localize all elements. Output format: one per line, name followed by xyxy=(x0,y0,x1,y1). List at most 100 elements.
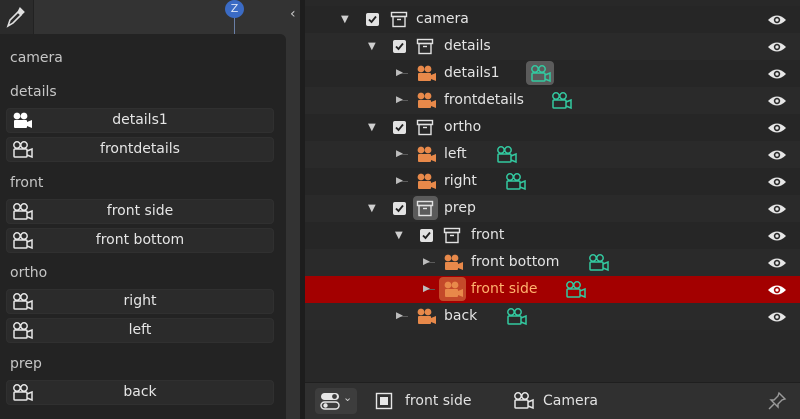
row-label: details1 xyxy=(444,65,500,81)
row-label: front xyxy=(471,227,505,243)
chevron-down-icon: ⌄ xyxy=(343,391,353,404)
menu-item-details1[interactable]: details1 xyxy=(6,108,274,133)
menu-item-frontdetails[interactable]: frontdetails xyxy=(6,137,274,162)
camera-object-icon xyxy=(13,112,32,128)
menu-item-label: back xyxy=(123,384,157,400)
expand-arrow-icon[interactable]: ▶ xyxy=(396,168,403,195)
visibility-eye-icon[interactable] xyxy=(767,13,787,27)
exclude-checkbox[interactable] xyxy=(393,202,406,215)
row-label: prep xyxy=(444,200,476,216)
row-label: back xyxy=(444,308,478,324)
pin-icon[interactable] xyxy=(767,391,787,411)
collapse-sidebar-icon[interactable]: ‹ xyxy=(290,6,296,22)
camera-data-icon[interactable] xyxy=(564,280,586,299)
menu-item-label: left xyxy=(128,322,152,338)
visibility-eye-icon[interactable] xyxy=(767,256,787,270)
outliner-row-details[interactable]: ▼ details xyxy=(305,33,800,60)
outliner-row-details1[interactable]: ▶ details1 xyxy=(305,60,800,87)
expand-arrow-icon[interactable]: ▼ xyxy=(368,195,376,222)
row-label: ortho xyxy=(444,119,482,135)
expand-arrow-icon[interactable]: ▶ xyxy=(423,249,430,276)
row-label: camera xyxy=(416,11,469,27)
visibility-eye-icon[interactable] xyxy=(767,229,787,243)
outliner-row-left[interactable]: ▶ left xyxy=(305,141,800,168)
camera-data-icon[interactable] xyxy=(495,145,517,164)
outliner-row-front-side[interactable]: ▶ front side xyxy=(305,276,800,303)
row-label: front bottom xyxy=(471,254,560,270)
checkmark-icon xyxy=(368,15,377,24)
checkmark-icon xyxy=(395,204,404,213)
camera-data-icon xyxy=(531,65,551,83)
exclude-checkbox[interactable] xyxy=(393,121,406,134)
filter-toggle-icon xyxy=(320,393,340,410)
menu-item-left[interactable]: left xyxy=(6,318,274,343)
menu-group-heading: front xyxy=(10,175,44,191)
outliner-row-back[interactable]: ▶ back xyxy=(305,303,800,330)
expand-arrow-icon[interactable]: ▼ xyxy=(368,33,376,60)
active-object-name: front side xyxy=(405,393,472,409)
camera-data-icon[interactable] xyxy=(587,253,609,272)
visibility-eye-icon[interactable] xyxy=(767,67,787,81)
menu-item-front-side[interactable]: front side xyxy=(6,199,274,224)
expand-arrow-icon[interactable]: ▼ xyxy=(341,6,349,33)
eyedropper-button[interactable] xyxy=(0,0,34,34)
collection-icon xyxy=(416,119,434,136)
collection-icon xyxy=(443,227,461,244)
visibility-eye-icon[interactable] xyxy=(767,202,787,216)
visibility-eye-icon[interactable] xyxy=(767,40,787,54)
menu-item-label: front side xyxy=(106,203,174,219)
camera-data-icon xyxy=(13,384,33,402)
camera-data-icon xyxy=(13,141,33,159)
expand-arrow-icon[interactable]: ▶ xyxy=(396,141,403,168)
outliner-row-camera[interactable]: ▼ camera xyxy=(305,6,800,33)
camera-data-icon[interactable] xyxy=(505,307,527,326)
expand-arrow-icon[interactable]: ▶ xyxy=(423,276,430,303)
menu-group-heading: details xyxy=(10,84,57,100)
collection-icon xyxy=(416,38,434,55)
camera-data-button[interactable] xyxy=(526,61,554,85)
menu-item-label: frontdetails xyxy=(100,141,180,157)
outliner-row-clipped xyxy=(305,0,800,5)
outliner-row-front[interactable]: ▼ front xyxy=(305,222,800,249)
checkmark-icon xyxy=(395,123,404,132)
menu-item-front-bottom[interactable]: front bottom xyxy=(6,228,274,253)
visibility-eye-icon[interactable] xyxy=(767,148,787,162)
visibility-eye-icon[interactable] xyxy=(767,283,787,297)
visibility-eye-icon[interactable] xyxy=(767,175,787,189)
checkmark-icon xyxy=(422,231,431,240)
3d-viewport[interactable]: Z ‹ camera details details1 frontdetails xyxy=(0,0,300,419)
camera-object-icon xyxy=(444,254,463,270)
camera-object-icon xyxy=(444,281,463,297)
menu-item-label: details1 xyxy=(112,112,168,128)
outliner-row-frontdetails[interactable]: ▶ frontdetails xyxy=(305,87,800,114)
expand-arrow-icon[interactable]: ▶ xyxy=(396,303,403,330)
filter-dropdown-button[interactable]: ⌄ xyxy=(315,388,357,414)
camera-object-icon xyxy=(417,308,436,324)
outliner-panel: ▼ camera ▼ details ▶ details1 ▶ frontdet… xyxy=(305,0,800,382)
outliner-row-ortho[interactable]: ▼ ortho xyxy=(305,114,800,141)
exclude-checkbox[interactable] xyxy=(420,229,433,242)
expand-arrow-icon[interactable]: ▼ xyxy=(368,114,376,141)
camera-data-icon xyxy=(13,293,33,311)
outliner-row-right[interactable]: ▶ right xyxy=(305,168,800,195)
object-icon xyxy=(375,392,393,410)
row-label: details xyxy=(444,38,491,54)
visibility-eye-icon[interactable] xyxy=(767,310,787,324)
exclude-checkbox[interactable] xyxy=(393,40,406,53)
camera-data-icon xyxy=(13,203,33,221)
menu-group-heading: ortho xyxy=(10,265,48,281)
z-axis-gizmo[interactable]: Z xyxy=(225,0,244,18)
exclude-checkbox[interactable] xyxy=(366,13,379,26)
camera-data-icon[interactable] xyxy=(550,91,572,110)
outliner-row-front-bottom[interactable]: ▶ front bottom xyxy=(305,249,800,276)
expand-arrow-icon[interactable]: ▼ xyxy=(395,222,403,249)
menu-item-back[interactable]: back xyxy=(6,380,274,405)
expand-arrow-icon[interactable]: ▶ xyxy=(396,87,403,114)
menu-item-right[interactable]: right xyxy=(6,289,274,314)
outliner-row-prep[interactable]: ▼ prep xyxy=(305,195,800,222)
active-data-name: Camera xyxy=(543,393,598,409)
camera-data-icon[interactable] xyxy=(504,172,526,191)
visibility-eye-icon[interactable] xyxy=(767,121,787,135)
expand-arrow-icon[interactable]: ▶ xyxy=(396,60,403,87)
visibility-eye-icon[interactable] xyxy=(767,94,787,108)
